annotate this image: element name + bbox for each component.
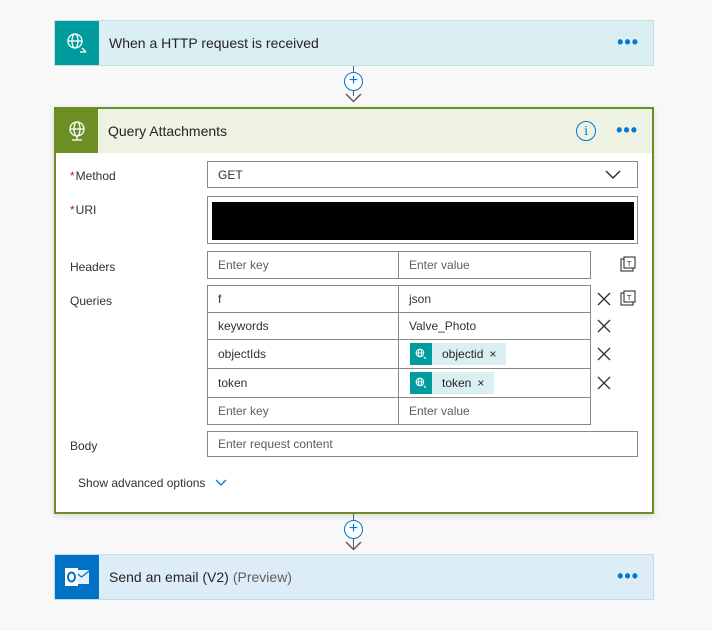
action-more-options-icon[interactable]: ••• xyxy=(616,121,638,139)
method-select[interactable]: GET xyxy=(207,161,638,188)
connector-arrow-icon xyxy=(345,541,362,551)
chevron-down-icon xyxy=(605,170,621,180)
body-input[interactable]: Enter request content xyxy=(207,431,638,457)
query-key-input[interactable]: Enter key xyxy=(207,397,399,425)
uri-label: *URI xyxy=(70,203,97,217)
query-attachments-card[interactable]: Query Attachments i ••• *Method GET *URI… xyxy=(54,107,654,514)
dynamic-content-token[interactable]: objectid × xyxy=(410,343,507,365)
query-value-input[interactable]: objectid × xyxy=(398,339,591,369)
delete-row-close-icon[interactable] xyxy=(596,346,612,362)
header-key-input[interactable]: Enter key xyxy=(207,251,399,279)
trigger-title: When a HTTP request is received xyxy=(109,35,319,51)
query-key-input[interactable]: keywords xyxy=(207,312,399,340)
remove-token-close-icon[interactable]: × xyxy=(477,376,494,390)
delete-row-close-icon[interactable] xyxy=(596,291,612,307)
query-key-input[interactable]: objectIds xyxy=(207,339,399,369)
info-icon[interactable]: i xyxy=(576,121,596,141)
action-title: Query Attachments xyxy=(108,123,228,139)
query-value-input[interactable]: Valve_Photo xyxy=(398,312,591,340)
advanced-options-label: Show advanced options xyxy=(78,476,206,490)
email-title: Send an email (V2) (Preview) xyxy=(109,569,292,585)
query-value-input[interactable]: json xyxy=(398,285,591,313)
send-email-card[interactable]: Send an email (V2) (Preview) ••• xyxy=(54,554,654,600)
delete-row-close-icon[interactable] xyxy=(596,318,612,334)
switch-to-text-mode-icon[interactable]: T xyxy=(620,256,636,272)
header-value-input[interactable]: Enter value xyxy=(398,251,591,279)
outlook-icon xyxy=(55,555,99,599)
method-value: GET xyxy=(218,167,243,182)
token-label: objectid xyxy=(442,347,484,361)
email-header[interactable]: Send an email (V2) (Preview) ••• xyxy=(55,555,653,599)
delete-row-close-icon[interactable] xyxy=(596,375,612,391)
preview-suffix: (Preview) xyxy=(232,569,292,585)
method-label: *Method xyxy=(70,169,116,183)
action-header[interactable]: Query Attachments i ••• xyxy=(56,109,652,153)
query-key-input[interactable]: token xyxy=(207,368,399,398)
http-token-icon xyxy=(410,372,432,394)
headers-label: Headers xyxy=(70,260,116,274)
query-key-input[interactable]: f xyxy=(207,285,399,313)
chevron-down-icon xyxy=(215,479,227,486)
dynamic-content-token[interactable]: token × xyxy=(410,372,495,394)
trigger-header[interactable]: When a HTTP request is received ••• xyxy=(55,21,653,65)
connector-arrow-icon xyxy=(345,93,362,103)
trigger-card[interactable]: When a HTTP request is received ••• xyxy=(54,20,654,66)
redacted-uri xyxy=(212,202,634,240)
queries-label: Queries xyxy=(70,294,113,308)
http-action-icon xyxy=(56,109,98,153)
show-advanced-options-link[interactable]: Show advanced options xyxy=(78,476,227,490)
uri-input[interactable] xyxy=(207,196,638,244)
email-more-options-icon[interactable]: ••• xyxy=(617,567,639,585)
trigger-more-options-icon[interactable]: ••• xyxy=(617,33,639,51)
http-token-icon xyxy=(410,343,432,365)
remove-token-close-icon[interactable]: × xyxy=(489,347,506,361)
http-trigger-icon xyxy=(55,21,99,65)
query-value-input[interactable]: token × xyxy=(398,368,591,398)
token-label: token xyxy=(442,376,472,390)
insert-step-plus-icon[interactable]: + xyxy=(344,520,363,539)
query-value-input[interactable]: Enter value xyxy=(398,397,591,425)
svg-text:T: T xyxy=(626,260,632,268)
insert-step-plus-icon[interactable]: + xyxy=(344,72,363,91)
body-label: Body xyxy=(70,439,98,453)
svg-text:T: T xyxy=(626,294,632,302)
switch-to-text-mode-icon[interactable]: T xyxy=(620,290,636,306)
